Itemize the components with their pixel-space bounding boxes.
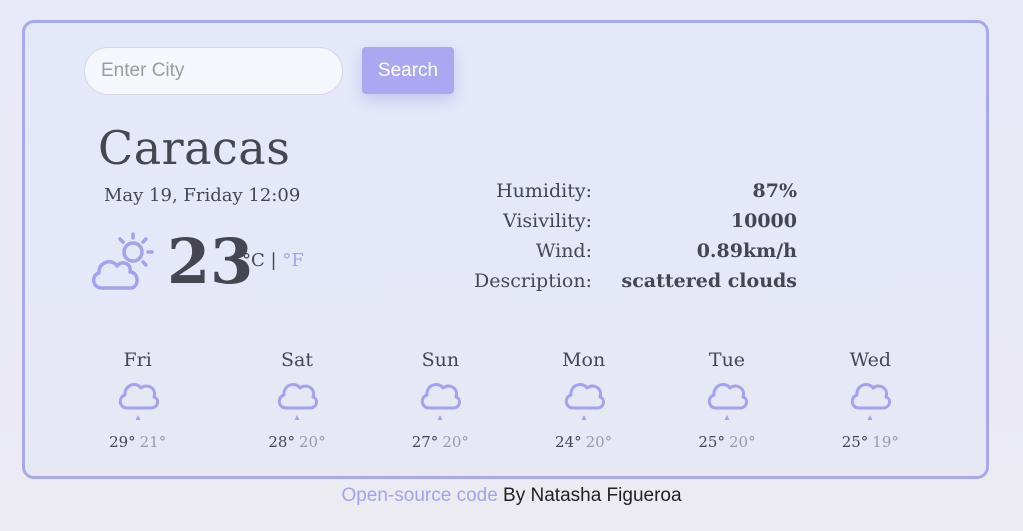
forecast-min: 20° (442, 433, 469, 451)
forecast-max: 29° (109, 433, 136, 451)
detail-row-humidity: Humidity: 87% (445, 176, 797, 206)
unit-separator: | (270, 250, 277, 271)
forecast-min: 20° (585, 433, 613, 451)
forecast-min: 19° (872, 433, 899, 451)
detail-row-wind: Wind: 0.89km/h (445, 236, 797, 266)
forecast-day-name: Sat (281, 349, 313, 371)
forecast-max: 27° (411, 433, 439, 451)
footer: Open-source code By Natasha Figueroa (0, 485, 1023, 507)
forecast-temps: 24° 20° (555, 433, 612, 451)
forecast-day-name: Sun (421, 349, 460, 371)
weather-details: Humidity: 87% Visivility: 10000 Wind: 0.… (445, 176, 797, 296)
detail-row-description: Description: scattered clouds (445, 266, 797, 296)
forecast-max: 25° (841, 433, 869, 451)
detail-label: Wind: (535, 240, 592, 262)
detail-label: Humidity: (496, 180, 592, 202)
city-search-input[interactable] (84, 47, 343, 95)
detail-label: Visivility: (502, 210, 592, 232)
forecast-temps: 27° 20° (412, 433, 469, 451)
open-source-link[interactable]: Open-source code (341, 485, 497, 506)
forecast-max: 28° (268, 433, 295, 451)
rain-cloud-icon (277, 383, 319, 420)
rain-cloud-icon (118, 383, 159, 420)
forecast-day-name: Mon (562, 349, 606, 371)
detail-value: 0.89km/h (696, 240, 797, 262)
unit-toggle: °C | °F (242, 250, 304, 271)
forecast-min: 20° (728, 433, 756, 451)
forecast-day: Sun 27° 20° (369, 349, 512, 451)
detail-label: Description: (474, 270, 592, 292)
forecast-day: Fri 29° 21° (66, 349, 209, 451)
detail-value: scattered clouds (621, 270, 797, 292)
forecast-day-name: Tue (708, 349, 746, 371)
partly-cloudy-icon (92, 232, 154, 290)
forecast-day: Tue 25° 20° (655, 349, 798, 451)
weather-card: Search Caracas May 19, Friday 12:09 23 °… (22, 20, 989, 479)
rain-cloud-icon (851, 383, 892, 420)
unit-celsius[interactable]: °C (242, 250, 265, 271)
forecast-min: 20° (298, 433, 326, 451)
current-date: May 19, Friday 12:09 (104, 185, 301, 206)
forecast-day: Mon 24° 20° (512, 349, 655, 451)
forecast-temps: 25° 20° (698, 433, 755, 451)
author-credit: By Natasha Figueroa (497, 485, 682, 506)
daily-forecast: Fri 29° 21° Sat 28° 20° Sun 27° 20° Mon … (82, 349, 942, 451)
forecast-max: 24° (555, 433, 582, 451)
rain-cloud-icon (421, 383, 462, 420)
forecast-max: 25° (698, 433, 725, 451)
city-name: Caracas (98, 121, 291, 175)
forecast-temps: 28° 20° (268, 433, 325, 451)
forecast-temps: 25° 19° (842, 433, 899, 451)
forecast-temps: 29° 21° (109, 433, 166, 451)
forecast-day: Wed 25° 19° (799, 349, 942, 451)
forecast-min: 21° (139, 433, 167, 451)
rain-cloud-icon (707, 383, 748, 420)
rain-cloud-icon (564, 383, 605, 420)
unit-fahrenheit[interactable]: °F (282, 250, 304, 271)
forecast-day-name: Fri (123, 349, 152, 371)
detail-value: 10000 (730, 210, 797, 232)
detail-row-visibility: Visivility: 10000 (445, 206, 797, 236)
forecast-day-name: Wed (849, 349, 891, 371)
current-temperature: 23 (167, 225, 254, 298)
detail-value: 87% (752, 180, 798, 202)
forecast-day: Sat 28° 20° (225, 349, 368, 451)
search-button[interactable]: Search (362, 47, 454, 94)
